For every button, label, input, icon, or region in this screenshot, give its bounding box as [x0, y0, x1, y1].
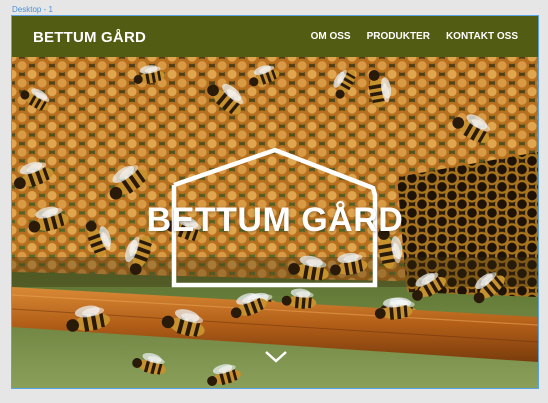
- hero-logo-title: BETTUM GÅRD: [146, 201, 404, 239]
- hero-section: BETTUM GÅRD: [12, 57, 538, 388]
- brand-logo-text[interactable]: BETTUM GÅRD: [33, 29, 146, 46]
- menu-item-kontakt-oss[interactable]: KONTAKT OSS: [446, 31, 518, 42]
- menu-item-om-oss[interactable]: OM OSS: [311, 31, 351, 42]
- navbar: BETTUM GÅRD OM OSS PRODUKTER KONTAKT OSS: [12, 16, 538, 57]
- artboard-label: Desktop - 1: [12, 5, 53, 14]
- desktop-frame: BETTUM GÅRD OM OSS PRODUKTER KONTAKT OSS: [11, 15, 539, 389]
- main-menu: OM OSS PRODUKTER KONTAKT OSS: [311, 31, 518, 42]
- chevron-down-icon[interactable]: [264, 350, 288, 364]
- menu-item-produkter[interactable]: PRODUKTER: [367, 31, 430, 42]
